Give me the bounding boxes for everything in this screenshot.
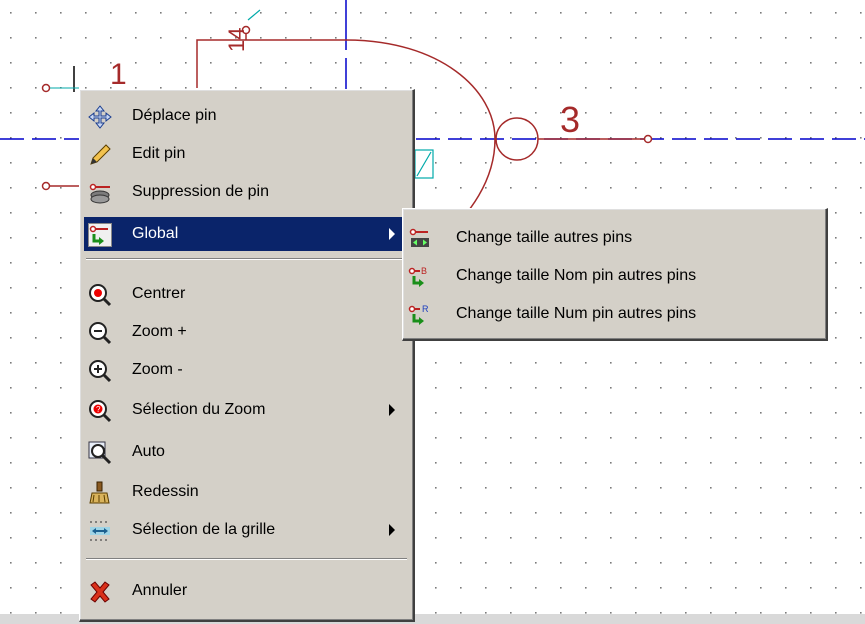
submenu-item-label: Change taille Num pin autres pins — [456, 305, 697, 322]
menu-item-label: Global — [132, 225, 179, 242]
grid-select-icon — [88, 519, 112, 543]
svg-text:B: B — [421, 266, 427, 276]
menu-item-label: Déplace pin — [132, 107, 217, 124]
move-arrows-icon — [88, 105, 112, 129]
menu-item-zoom[interactable]: Zoom + — [84, 315, 409, 349]
pin-selection-slash — [416, 151, 432, 177]
submenu-item-label: Change taille autres pins — [456, 229, 633, 246]
menu-item-redessin[interactable]: Redessin — [84, 475, 409, 509]
cancel-x-icon — [88, 580, 112, 604]
svg-text:R: R — [422, 304, 429, 314]
menu-item-label: Centrer — [132, 285, 186, 302]
zoom-out-icon — [88, 359, 112, 383]
menu-item-label: Zoom + — [132, 323, 187, 340]
delete-pin-icon — [88, 181, 112, 205]
menu-item-suppression-de-pin[interactable]: Suppression de pin — [84, 175, 409, 209]
zoom-select-icon: ? — [88, 399, 112, 423]
redraw-brush-icon — [88, 481, 112, 505]
zoom-auto-icon — [88, 441, 112, 465]
menu-item-global[interactable]: Global — [84, 217, 409, 251]
menu-item-label: Auto — [132, 443, 165, 460]
context-menu: Déplace pin Edit pin Suppression de pin Glo… — [79, 89, 415, 622]
menu-separator — [86, 258, 407, 260]
top-pin-number: 14 — [224, 28, 249, 52]
menu-item-label: Sélection du Zoom — [132, 401, 266, 418]
submenu-item-label: Change taille Nom pin autres pins — [456, 267, 697, 284]
pin-number-1: 1 — [110, 58, 127, 91]
menu-item-déplace-pin[interactable]: Déplace pin — [84, 99, 409, 133]
menu-item-sélection-du-zoom[interactable]: ? Sélection du Zoom — [84, 393, 409, 427]
menu-item-label: Sélection de la grille — [132, 521, 276, 538]
menu-item-sélection-de-la-grille[interactable]: Sélection de la grille — [84, 513, 409, 547]
svg-text:?: ? — [96, 405, 101, 414]
global-pin-icon — [88, 223, 112, 247]
pin-size-icon — [408, 227, 432, 251]
submenu-arrow-icon — [389, 228, 395, 240]
zoom-center-icon — [88, 283, 112, 307]
pencil-icon — [88, 143, 112, 167]
left-pin-2-end — [41, 181, 51, 191]
pin-num-size-icon: R — [408, 303, 432, 327]
menu-item-centrer[interactable]: Centrer — [84, 277, 409, 311]
top-pin-name-stroke — [247, 9, 261, 21]
menu-item-label: Edit pin — [132, 145, 186, 162]
menu-item-edit-pin[interactable]: Edit pin — [84, 137, 409, 171]
menu-item-zoom[interactable]: Zoom - — [84, 353, 409, 387]
pin-name-size-icon: B — [408, 265, 432, 289]
submenu-item-3[interactable]: R Change taille Num pin autres pins — [406, 297, 823, 331]
menu-item-annuler[interactable]: Annuler — [84, 574, 409, 608]
submenu-arrow-icon — [389, 524, 395, 536]
left-pin-1-end — [41, 83, 51, 93]
zoom-in-icon — [88, 321, 112, 345]
global-submenu: Change taille autres pins B Change taille … — [402, 208, 828, 341]
menu-item-label: Redessin — [132, 483, 199, 500]
output-pin-end — [643, 134, 653, 144]
menu-item-label: Annuler — [132, 582, 188, 599]
submenu-item-1[interactable]: Change taille autres pins — [406, 221, 823, 255]
submenu-arrow-icon — [389, 404, 395, 416]
menu-item-label: Zoom - — [132, 361, 183, 378]
menu-item-label: Suppression de pin — [132, 183, 269, 200]
menu-separator — [86, 558, 407, 560]
pin-number-3: 3 — [560, 99, 580, 140]
menu-item-auto[interactable]: Auto — [84, 435, 409, 469]
submenu-item-2[interactable]: B Change taille Nom pin autres pins — [406, 259, 823, 293]
